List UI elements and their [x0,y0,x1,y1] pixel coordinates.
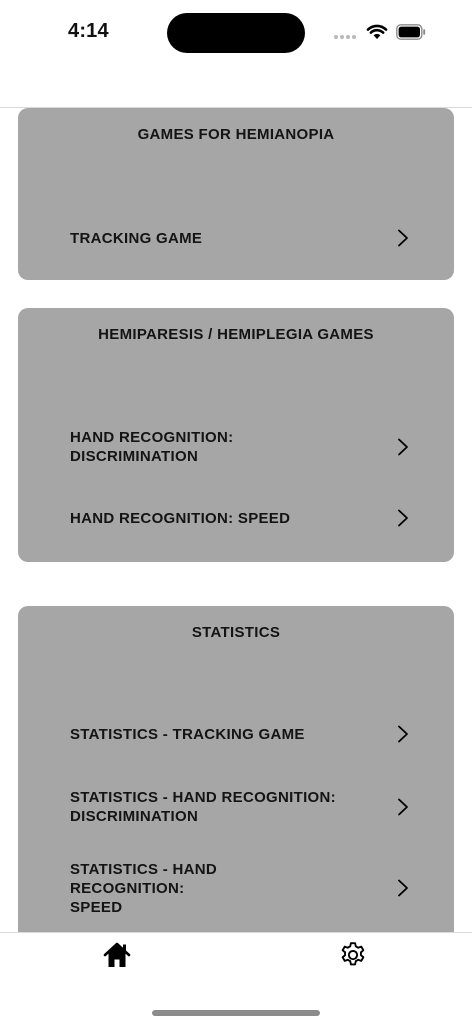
chevron-right-icon [398,509,408,527]
item-label: STATISTICS - TRACKING GAME [70,725,305,743]
statistics-card: STATISTICS STATISTICS - TRACKING GAME ST… [18,606,454,932]
statistics-hand-recognition-speed-item[interactable]: STATISTICS - HAND RECOGNITION: SPEED [70,861,410,916]
section-title: STATISTICS [191,624,281,641]
hemianopia-games-card: GAMES FOR HEMIANOPIA TRACKING GAME [18,108,454,280]
tab-home[interactable] [99,937,135,973]
section-title: GAMES FOR HEMIANOPIA [137,126,335,143]
statistics-hand-recognition-discrimination-item[interactable]: STATISTICS - HAND RECOGNITION: DISCRIMIN… [70,787,410,827]
item-label: HAND RECOGNITION: DISCRIMINATION [70,429,234,465]
tracking-game-item[interactable]: TRACKING GAME [70,226,410,250]
chevron-right-icon [398,879,408,897]
home-icon [103,942,131,967]
status-time: 4:14 [68,20,109,42]
tab-settings[interactable] [335,937,371,973]
statistics-tracking-game-item[interactable]: STATISTICS - TRACKING GAME [70,722,410,746]
tab-bar [0,932,472,1024]
item-label: HAND RECOGNITION: SPEED [70,509,291,527]
cellular-signal-icon [334,35,356,39]
wifi-icon [366,24,388,39]
item-label: TRACKING GAME [70,229,203,247]
dynamic-island [167,13,305,53]
chevron-right-icon [398,725,408,743]
battery-icon [396,24,426,40]
menu-scroll-area[interactable]: GAMES FOR HEMIANOPIA TRACKING GAME HEMIP… [0,108,472,932]
hand-recognition-discrimination-item[interactable]: HAND RECOGNITION: DISCRIMINATION [70,427,410,467]
hemiparesis-games-card: HEMIPARESIS / HEMIPLEGIA GAMES HAND RECO… [18,308,454,562]
chevron-right-icon [398,798,408,816]
section-title: HEMIPARESIS / HEMIPLEGIA GAMES [98,326,374,343]
gear-icon [341,942,365,966]
chevron-right-icon [398,438,408,456]
home-indicator [152,1010,320,1016]
chevron-right-icon [398,229,408,247]
hand-recognition-speed-item[interactable]: HAND RECOGNITION: SPEED [70,506,410,530]
item-label: STATISTICS - HAND RECOGNITION: DISCRIMIN… [70,789,336,825]
item-label: STATISTICS - HAND RECOGNITION: SPEED [70,860,218,916]
status-bar: 4:14 [0,0,472,70]
